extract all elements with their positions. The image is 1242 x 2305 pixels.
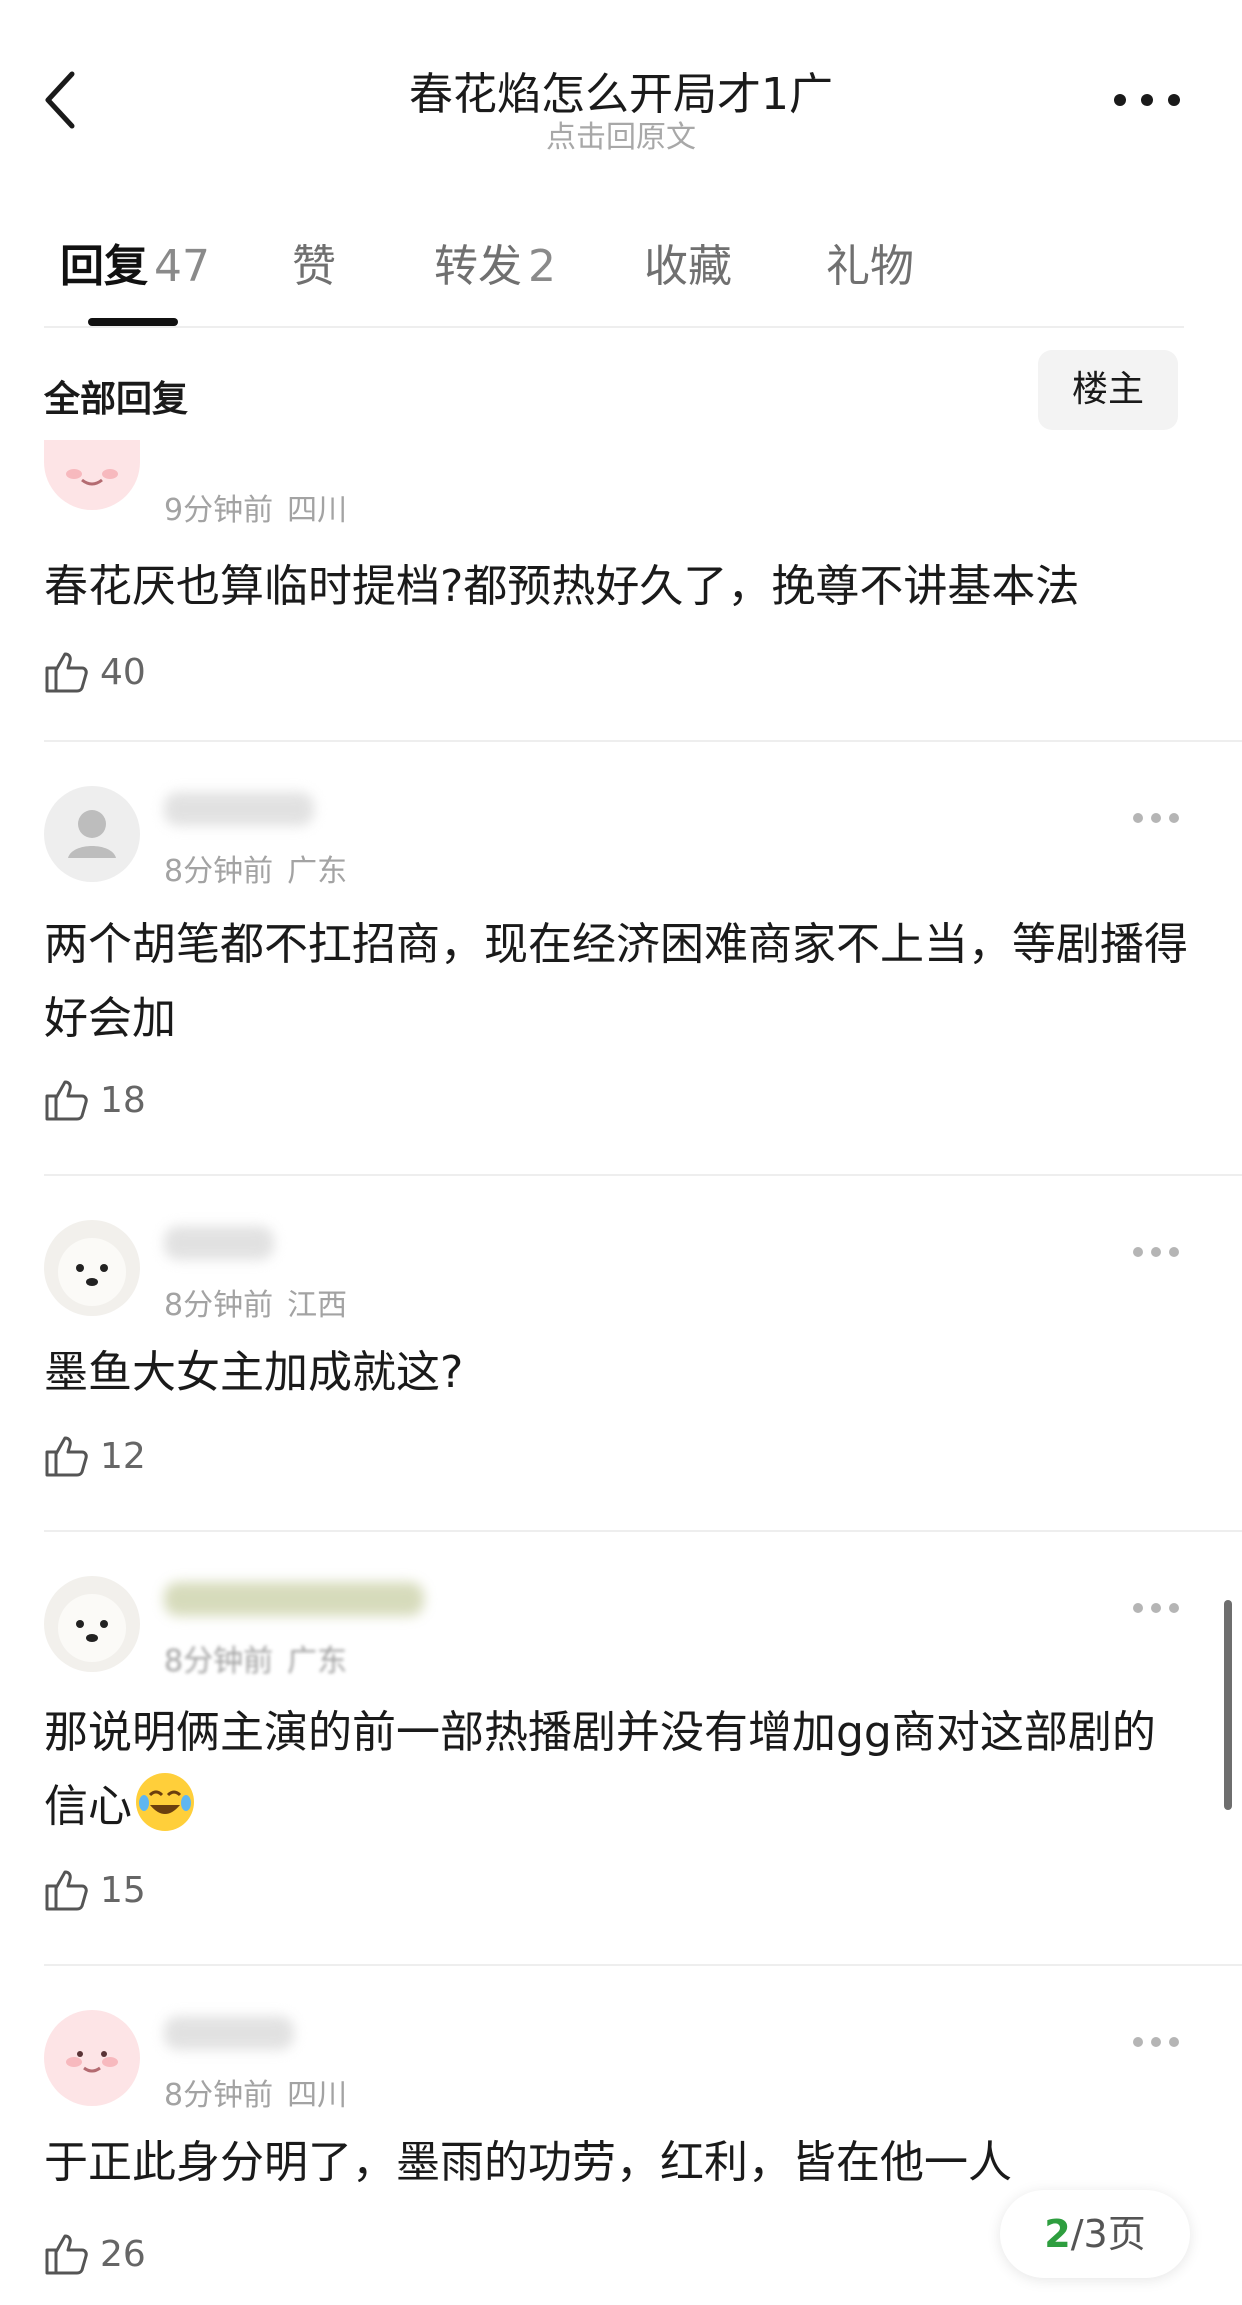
thumbs-up-icon	[45, 1870, 88, 1911]
comment-more-icon[interactable]	[1132, 1244, 1180, 1258]
comment-location: 四川	[287, 2078, 348, 2113]
comment-meta: 8分钟前 广东	[164, 1636, 347, 1680]
tab-label: 回复	[60, 241, 148, 292]
tab-reposts[interactable]: 转发 2	[434, 230, 556, 294]
comment-text: 两个胡笔都不扛招商，现在经济困难商家不上当，等剧播得好会加	[44, 919, 1188, 1044]
thumbs-up-icon	[45, 2234, 88, 2275]
tab-label: 赞	[292, 241, 336, 292]
all-replies-label: 全部回复	[44, 379, 189, 420]
active-tab-indicator	[88, 318, 178, 326]
comment-meta: 8分钟前 江西	[164, 1280, 347, 1324]
tab-gifts[interactable]: 礼物	[826, 230, 914, 294]
tab-count: 2	[528, 241, 556, 292]
thumbs-up-icon	[45, 1436, 88, 1477]
comment-location: 广东	[287, 854, 348, 889]
comment-location: 广东	[287, 1644, 348, 1679]
scrollbar[interactable]	[1224, 1600, 1232, 1810]
avatar[interactable]	[44, 2010, 140, 2106]
tab-likes[interactable]: 赞	[292, 230, 336, 294]
page-indicator[interactable]: 2/3页	[1000, 2190, 1190, 2278]
comment-more-icon[interactable]	[1132, 2034, 1180, 2048]
tab-favorites[interactable]: 收藏	[644, 230, 732, 294]
comment-time: 8分钟前	[164, 854, 274, 889]
divider	[44, 1174, 1242, 1176]
comment-text: 墨鱼大女主加成就这?	[44, 1347, 464, 1398]
more-icon[interactable]	[1112, 90, 1182, 114]
divider	[44, 740, 1242, 742]
comment-more-icon[interactable]	[1132, 810, 1180, 824]
thumbs-up-icon	[45, 652, 88, 693]
comment-meta: 8分钟前 四川	[164, 2070, 347, 2114]
avatar[interactable]	[44, 440, 140, 510]
comment-location: 江西	[287, 1288, 348, 1323]
avatar[interactable]	[44, 1576, 140, 1672]
divider	[44, 326, 1184, 328]
like-count: 40	[100, 652, 146, 693]
comment-meta: 9分钟前 四川	[164, 485, 347, 529]
comment-meta: 8分钟前 广东	[164, 846, 347, 890]
like-count: 26	[100, 2234, 146, 2275]
thumbs-up-icon	[45, 1080, 88, 1121]
comment-text: 那说明俩主演的前一部热播剧并没有增加gg商对这部剧的信心	[44, 1696, 1194, 1844]
comment-text-content: 那说明俩主演的前一部热播剧并没有增加gg商对这部剧的信心	[44, 1707, 1156, 1832]
tab-replies[interactable]: 回复 47	[60, 230, 210, 294]
avatar[interactable]	[44, 1220, 140, 1316]
tab-bar: 回复 47 赞 转发 2 收藏 礼物	[44, 230, 1184, 320]
comment-time: 8分钟前	[164, 1288, 274, 1323]
total-pages: /3页	[1070, 2212, 1146, 2256]
divider	[44, 1964, 1242, 1966]
comment-text: 春花厌也算临时提档?都预热好久了，挽尊不讲基本法	[44, 561, 1080, 612]
tab-count: 47	[154, 241, 210, 292]
username-blurred[interactable]	[164, 1582, 424, 1616]
comment-location: 四川	[287, 493, 348, 528]
like-count: 15	[100, 1870, 146, 1911]
comment-time: 8分钟前	[164, 1644, 274, 1679]
current-page: 2	[1044, 2212, 1071, 2256]
comment-text: 于正此身分明了，墨雨的功劳，红利，皆在他一人	[44, 2137, 1012, 2188]
avatar[interactable]	[44, 786, 140, 882]
comment-more-icon[interactable]	[1132, 1600, 1180, 1614]
comment-time: 9分钟前	[164, 493, 274, 528]
tab-label: 转发	[434, 241, 522, 292]
username-blurred[interactable]	[164, 2016, 294, 2050]
divider	[44, 1530, 1242, 1532]
back-to-original-link[interactable]: 点击回原文	[0, 112, 1242, 156]
tears-of-joy-emoji-icon	[136, 1773, 194, 1831]
op-only-button[interactable]: 楼主	[1038, 350, 1178, 430]
tab-label: 收藏	[644, 241, 732, 292]
top-bar: 春花焰怎么开局才1广 点击回原文	[0, 0, 1242, 170]
username-blurred[interactable]	[164, 1226, 274, 1260]
username-blurred[interactable]	[164, 792, 314, 826]
like-count: 12	[100, 1436, 146, 1477]
comment-time: 8分钟前	[164, 2078, 274, 2113]
like-count: 18	[100, 1080, 146, 1121]
tab-label: 礼物	[826, 241, 914, 292]
